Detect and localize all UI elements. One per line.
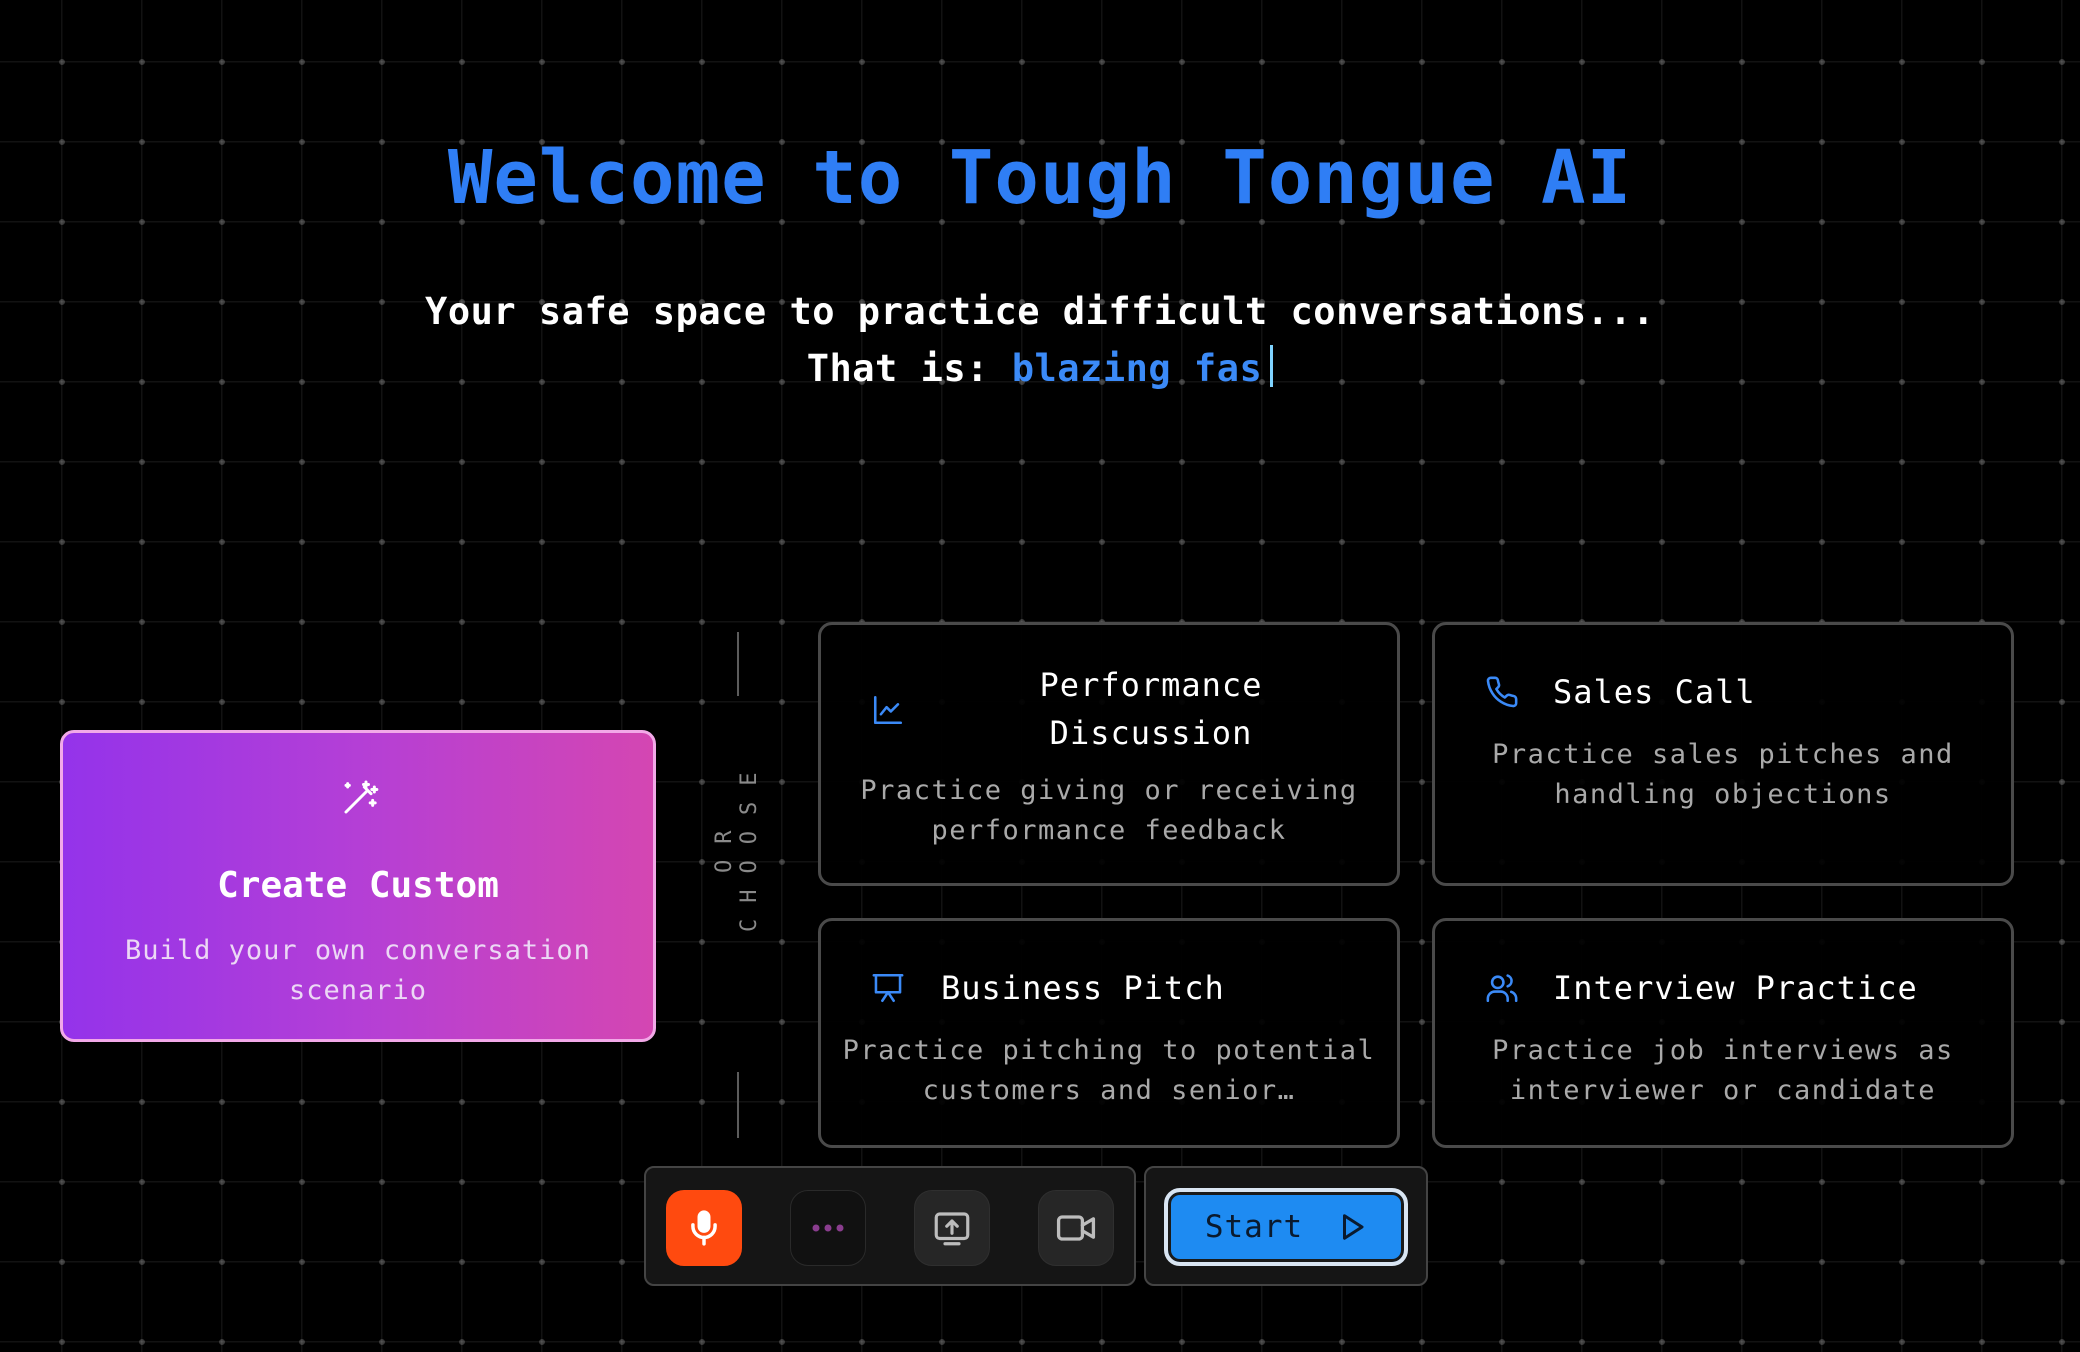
create-custom-description: Build your own conversation scenario bbox=[125, 935, 591, 1006]
screen-share-icon bbox=[934, 1212, 970, 1246]
start-button[interactable]: Start bbox=[1164, 1188, 1408, 1266]
page-title: Welcome to Tough Tongue AI bbox=[447, 135, 1633, 221]
screen-share-button[interactable] bbox=[914, 1190, 990, 1266]
scenario-description: Practice pitching to potential customers… bbox=[842, 1035, 1376, 1106]
scenario-card-performance-discussion[interactable]: Performance Discussion Practice giving o… bbox=[818, 622, 1400, 886]
video-camera-icon bbox=[1056, 1215, 1096, 1241]
magic-wand-icon bbox=[344, 780, 379, 814]
start-button-container: Start bbox=[1144, 1166, 1428, 1286]
scenario-title: Business Pitch bbox=[941, 969, 1225, 1007]
presentation-icon bbox=[872, 973, 904, 1003]
chart-line-icon bbox=[873, 695, 903, 725]
scenario-description: Practice job interviews as interviewer o… bbox=[1492, 1035, 1954, 1106]
divider-line-bottom bbox=[737, 1072, 739, 1138]
typing-tagline: That is: blazing fas bbox=[0, 345, 2080, 390]
scenario-card-sales-call[interactable]: Sales Call Practice sales pitches and ha… bbox=[1432, 622, 2014, 886]
scenario-title: Interview Practice bbox=[1553, 969, 1918, 1007]
typing-cursor bbox=[1270, 345, 1274, 387]
session-controls-bar bbox=[644, 1166, 1136, 1286]
tagline-prefix: That is: bbox=[806, 347, 1012, 390]
play-icon bbox=[1343, 1214, 1364, 1240]
create-custom-card[interactable]: Create Custom Build your own conversatio… bbox=[60, 730, 656, 1042]
page-subtitle: Your safe space to practice difficult co… bbox=[425, 290, 1655, 333]
start-button-label: Start bbox=[1204, 1209, 1304, 1245]
divider-line-top bbox=[737, 632, 739, 696]
scenario-card-business-pitch[interactable]: Business Pitch Practice pitching to pote… bbox=[818, 918, 1400, 1148]
tagline-typed-text: blazing fas bbox=[1011, 347, 1263, 390]
scenario-description: Practice sales pitches and handling obje… bbox=[1492, 739, 1954, 810]
scenario-description: Practice giving or receiving performance… bbox=[860, 775, 1358, 846]
video-camera-button[interactable] bbox=[1038, 1190, 1114, 1266]
more-options-button[interactable] bbox=[790, 1190, 866, 1266]
microphone-icon bbox=[691, 1210, 717, 1246]
users-icon bbox=[1486, 974, 1518, 1003]
or-choose-label: OR CHOOSE bbox=[712, 756, 762, 932]
scenario-title: Performance Discussion bbox=[1039, 666, 1263, 752]
scenario-title: Sales Call bbox=[1553, 673, 1756, 711]
phone-icon bbox=[1486, 676, 1518, 708]
more-dots-icon bbox=[812, 1224, 844, 1232]
scenario-card-interview-practice[interactable]: Interview Practice Practice job intervie… bbox=[1432, 918, 2014, 1148]
create-custom-title: Create Custom bbox=[217, 865, 499, 906]
microphone-button[interactable] bbox=[666, 1190, 742, 1266]
